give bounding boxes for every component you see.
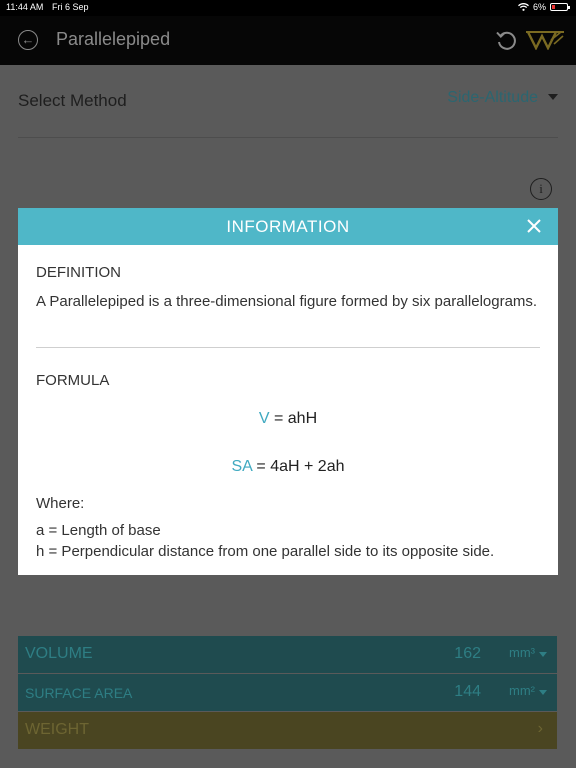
method-label: Select Method (18, 91, 127, 110)
result-value: 162 (454, 645, 481, 662)
result-label: VOLUME (25, 645, 93, 662)
formula-expression: = ahH (269, 410, 318, 427)
modal-header: INFORMATION (18, 208, 558, 245)
battery-percent: 6% (532, 2, 546, 12)
result-label: WEIGHT (25, 721, 89, 738)
status-date: Fri 6 Sep (52, 2, 89, 12)
list-item: a = Length of base (36, 522, 161, 539)
divider (36, 347, 540, 348)
method-dropdown[interactable]: Side-Altitude (447, 89, 538, 107)
results-panel: VOLUME 162 mm³ SURFACE AREA 144 mm² WEIG… (18, 636, 557, 750)
app-logo-icon (526, 31, 564, 50)
status-time: 11:44 AM (6, 2, 44, 12)
formula-heading: FORMULA (36, 372, 110, 389)
divider (18, 137, 558, 138)
formula-symbol: V (258, 410, 270, 427)
nav-bar: ← Parallelepiped (0, 16, 576, 65)
unit-selector[interactable]: mm³ (509, 645, 535, 660)
back-button[interactable]: ← (18, 30, 38, 50)
status-bar: 11:44 AM Fri 6 Sep 6% (0, 0, 576, 16)
result-value: 144 (454, 683, 481, 700)
status-right: 6% (518, 2, 570, 12)
definition-text: A Parallelepiped is a three-dimensional … (36, 293, 538, 310)
caret-down-icon[interactable] (539, 652, 547, 657)
result-weight[interactable]: WEIGHT › (18, 712, 557, 749)
list-item: h = Perpendicular distance from one para… (36, 543, 495, 560)
info-icon[interactable]: i (530, 178, 552, 200)
chevron-right-icon: › (537, 720, 543, 737)
page-title: Parallelepiped (56, 29, 171, 49)
arrow-left-icon: ← (21, 32, 35, 47)
caret-down-icon[interactable] (539, 690, 547, 695)
formula-expression: = 4aH + 2ah (251, 458, 345, 475)
unit-selector[interactable]: mm² (509, 683, 535, 698)
modal-title: INFORMATION (226, 217, 350, 236)
close-icon[interactable] (524, 216, 544, 236)
result-label: SURFACE AREA (25, 685, 133, 701)
result-volume: VOLUME 162 mm³ (18, 636, 557, 673)
where-label: Where: (36, 495, 85, 512)
variable-definitions: a = Length of base h = Perpendicular dis… (36, 520, 540, 562)
reset-icon[interactable] (494, 28, 518, 52)
formula-symbol: SA (231, 458, 252, 475)
definition-heading: DEFINITION (36, 264, 121, 281)
formula-surface-area: SA = 4aH + 2ah (36, 458, 540, 476)
formula-volume: V = ahH (36, 410, 540, 428)
caret-down-icon[interactable] (548, 94, 558, 100)
information-modal: INFORMATION DEFINITION A Parallelepiped … (18, 208, 558, 575)
result-surface-area: SURFACE AREA 144 mm² (18, 674, 557, 711)
battery-icon (550, 3, 570, 11)
wifi-icon (518, 3, 529, 11)
